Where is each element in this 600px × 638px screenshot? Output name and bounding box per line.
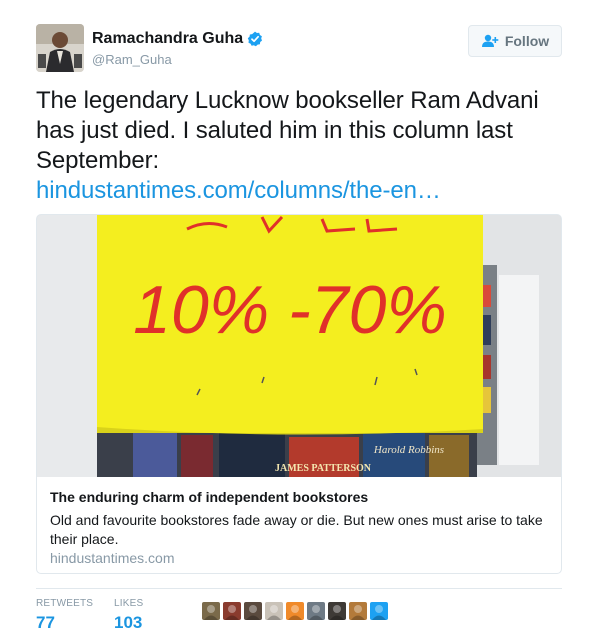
tweet: Ramachandra Guha @Ram_Guha Follow The le… <box>0 0 600 638</box>
liker-avatar[interactable] <box>307 602 325 620</box>
liker-avatar[interactable] <box>286 602 304 620</box>
liker-avatar[interactable] <box>244 602 262 620</box>
author-display-name[interactable]: Ramachandra Guha <box>92 30 243 48</box>
liker-avatar[interactable] <box>265 602 283 620</box>
likers-avatars <box>202 602 391 620</box>
tweet-link[interactable]: hindustantimes.com/columns/the-en… <box>36 176 441 206</box>
retweets-label: RETWEETS <box>36 598 94 609</box>
book-label: Harold Robbins <box>373 444 444 456</box>
stats-divider <box>36 588 562 589</box>
card-domain: hindustantimes.com <box>50 550 175 566</box>
link-card[interactable]: 10% -70% Harold Robbins JAMES PATTERSON … <box>36 214 562 574</box>
retweets-count[interactable]: 77 <box>36 613 93 633</box>
follow-button-label: Follow <box>504 33 550 49</box>
author-handle[interactable]: @Ram_Guha <box>92 52 172 67</box>
follow-button[interactable]: Follow <box>468 25 562 57</box>
follow-person-plus-icon <box>481 34 499 47</box>
likes-label: LIKES <box>114 598 144 609</box>
liker-avatar[interactable] <box>328 602 346 620</box>
card-title[interactable]: The enduring charm of independent bookst… <box>50 489 368 505</box>
likes-count[interactable]: 103 <box>114 613 143 633</box>
liker-avatar[interactable] <box>370 602 388 620</box>
likes-stat[interactable]: LIKES 103 <box>114 598 143 633</box>
card-image[interactable]: 10% -70% Harold Robbins JAMES PATTERSON <box>37 215 561 477</box>
tweet-text-line: September: <box>36 147 160 174</box>
card-description: Old and favourite bookstores fade away o… <box>50 512 543 547</box>
liker-avatar[interactable] <box>349 602 367 620</box>
liker-avatar[interactable] <box>202 602 220 620</box>
author-avatar[interactable] <box>36 24 84 72</box>
liker-avatar[interactable] <box>223 602 241 620</box>
tweet-text-line: The legendary Lucknow bookseller Ram Adv… <box>36 87 539 114</box>
author-name-row: Ramachandra Guha <box>92 30 263 48</box>
tweet-text-line: has just died. I saluted him in this col… <box>36 117 513 144</box>
book-label: JAMES PATTERSON <box>275 463 372 474</box>
retweets-stat[interactable]: RETWEETS 77 <box>36 598 93 633</box>
tweet-text: The legendary Lucknow bookseller Ram Adv… <box>36 86 576 176</box>
sale-sign-text: 10% -70% <box>133 272 447 348</box>
verified-badge-icon <box>247 31 263 47</box>
